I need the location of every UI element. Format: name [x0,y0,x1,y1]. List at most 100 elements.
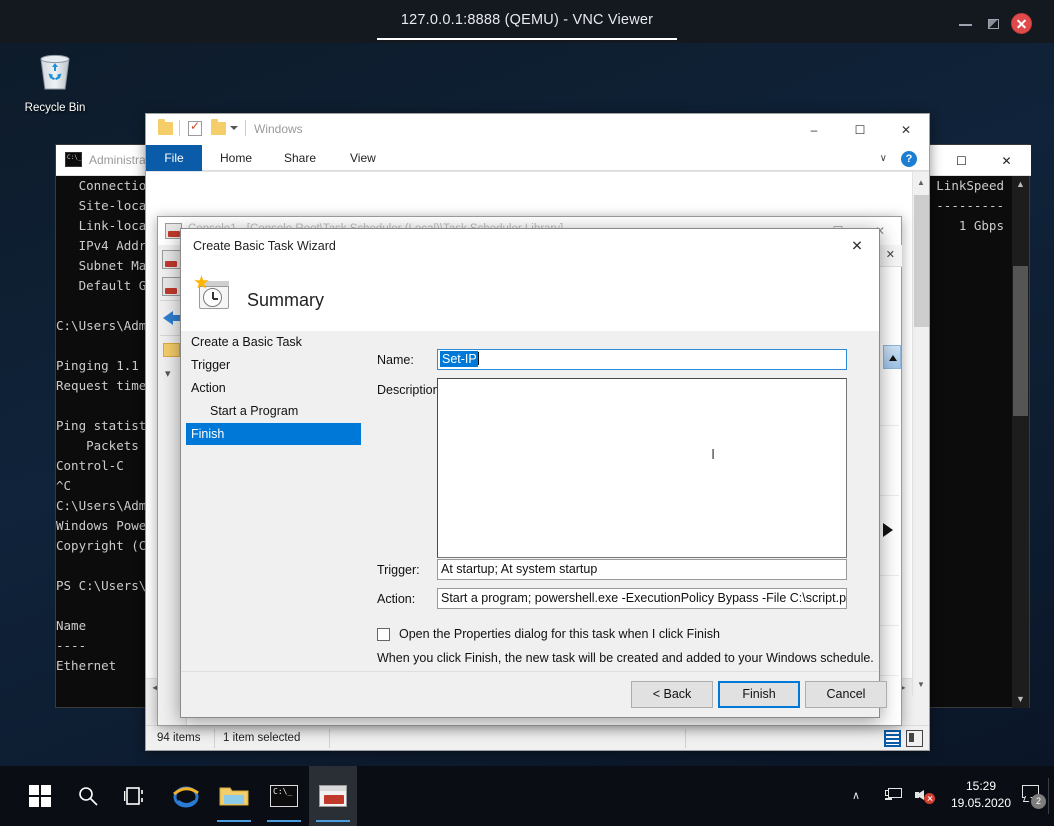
separator [685,729,686,748]
folder-icon[interactable] [158,122,173,135]
command-prompt-icon [65,152,82,167]
explorer-window-title: Windows [254,122,303,136]
wizard-step-start-a-program[interactable]: Start a Program [186,400,361,422]
desktop-icon-recycle-bin[interactable]: Recycle Bin [16,48,94,114]
status-selected-count: 1 item selected [223,732,300,744]
file-explorer-button[interactable] [210,766,258,826]
command-prompt-button[interactable]: C:\_ [260,766,308,826]
explorer-vertical-scrollbar[interactable]: ▲ ▼ [912,172,929,696]
name-input-value: Set-IP [440,351,478,367]
mmc-console-button[interactable] [309,766,357,826]
explorer-minimize-button[interactable]: – [791,114,837,145]
separator [179,120,180,136]
scroll-up-icon[interactable]: ▲ [913,174,929,192]
start-button[interactable] [16,766,64,826]
wizard-body: Create a Basic Task Trigger Action Start… [181,331,879,717]
wizard-titlebar: Create Basic Task Wizard ✕ [181,229,879,263]
clock[interactable]: 15:29 19.05.2020 [944,778,1018,812]
help-icon[interactable]: ? [901,151,917,167]
wizard-window-title: Create Basic Task Wizard [193,239,336,253]
back-button[interactable]: < Back [631,681,713,708]
show-hidden-icons-button[interactable]: ∧ [852,789,860,802]
maximize-icon: ☐ [956,154,967,168]
separator [214,729,215,748]
tab-share[interactable]: Share [270,145,330,171]
wizard-step-trigger[interactable]: Trigger [186,354,361,376]
mmc-scroll-up-button[interactable] [883,345,901,369]
explorer-close-button[interactable]: ✕ [883,114,929,145]
scrollbar-thumb[interactable] [1013,266,1028,416]
wizard-footer: < Back Finish Cancel [181,671,879,717]
checkbox-box[interactable] [377,628,390,641]
search-button[interactable] [64,766,112,826]
notification-count-badge: 2 [1031,794,1046,809]
tiles-view-button[interactable] [906,730,923,747]
tab-home[interactable]: Home [206,145,266,171]
console-close-button[interactable]: ✕ [984,145,1029,176]
network-icon[interactable] [885,787,903,802]
wizard-close-button[interactable]: ✕ [835,229,879,263]
scroll-down-icon[interactable]: ▼ [913,676,929,694]
wizard-summary-pane: Name: Set-IP Description: I Trigger: At … [367,331,879,671]
expand-arrow-icon[interactable] [883,523,893,537]
wizard-step-finish[interactable]: Finish [186,423,361,445]
description-input[interactable] [437,378,847,558]
wizard-step-create-a-basic-task[interactable]: Create a Basic Task [186,331,361,353]
explorer-maximize-button[interactable]: ☐ [837,114,883,145]
close-icon: ✕ [901,123,911,137]
action-value-field: Start a program; powershell.exe -Executi… [437,588,847,609]
show-desktop-separator[interactable] [1048,778,1049,814]
tab-file[interactable]: File [146,145,202,171]
vnc-window-title: 127.0.0.1:8888 (QEMU) - VNC Viewer [0,12,1054,28]
finish-button[interactable]: Finish [718,681,800,708]
console-scrollbar[interactable]: ▲ ▼ [1012,176,1029,708]
details-view-button[interactable] [884,730,901,747]
close-icon: ✕ [851,238,863,255]
mmc-console-icon [319,785,347,807]
new-folder-icon[interactable] [211,122,226,135]
name-input[interactable]: Set-IP [437,349,847,370]
search-icon [77,785,99,807]
chevron-down-icon[interactable]: ▾ [165,367,171,380]
volume-muted-icon[interactable] [915,787,935,803]
scroll-down-icon[interactable]: ▼ [1012,691,1029,708]
console-maximize-button[interactable]: ☐ [939,145,984,176]
vnc-close-button[interactable] [1011,13,1032,34]
scrollbar-thumb[interactable] [914,195,929,327]
recycle-bin-icon [32,48,78,94]
vnc-restore-button[interactable] [984,16,1006,32]
task-wizard-icon [194,275,234,315]
vnc-minimize-button[interactable] [956,16,978,32]
mmc-panel-close-icon[interactable]: ✕ [886,248,895,261]
status-item-count: 94 items [157,732,200,744]
command-prompt-icon: C:\_ [270,785,298,807]
desktop: Recycle Bin Administrator: C:\Windows\sy… [0,43,1054,826]
wizard-step-nav: Create a Basic Task Trigger Action Start… [181,331,361,671]
vnc-title-underline [377,38,677,40]
explorer-status-bar: 94 items 1 item selected [146,725,929,750]
customize-dropdown-icon[interactable] [230,126,238,130]
minimize-icon: – [811,123,818,137]
folder-icon[interactable] [163,343,180,357]
close-icon: ✕ [1001,154,1011,168]
cancel-button[interactable]: Cancel [805,681,887,708]
wizard-step-action[interactable]: Action [186,377,361,399]
separator [245,120,246,136]
desktop-icon-label: Recycle Bin [16,102,94,114]
separator [329,729,330,748]
screen: 127.0.0.1:8888 (QEMU) - VNC Viewer [0,0,1054,826]
mouse-cursor-icon: I [711,446,715,463]
properties-icon[interactable] [188,121,202,136]
text-caret [478,352,479,365]
clock-time: 15:29 [944,778,1018,795]
tab-view[interactable]: View [336,145,390,171]
action-center-button[interactable]: 2 [1022,785,1042,805]
scroll-up-icon[interactable]: ▲ [1012,176,1029,193]
create-basic-task-wizard: Create Basic Task Wizard ✕ Summary Creat… [180,228,880,718]
name-label: Name: [377,353,414,367]
chevron-down-icon[interactable]: ∨ [880,153,887,164]
vnc-titlebar: 127.0.0.1:8888 (QEMU) - VNC Viewer [0,0,1054,43]
task-view-button[interactable] [112,766,160,826]
wizard-heading: Summary [247,290,324,311]
internet-explorer-button[interactable] [162,766,210,826]
